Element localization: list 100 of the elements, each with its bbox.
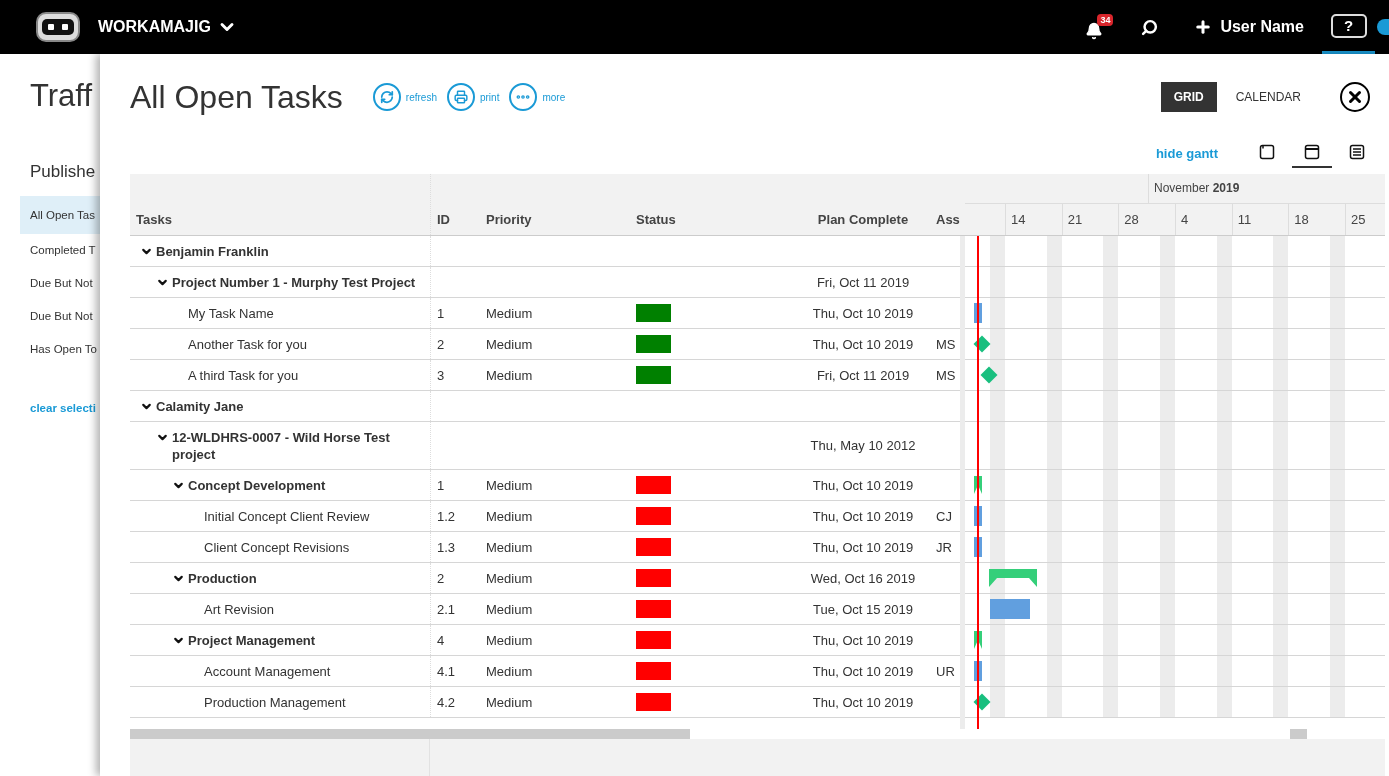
column-header[interactable]: ID: [430, 174, 480, 235]
plan-complete-date: Thu, Oct 10 2019: [812, 694, 914, 710]
plan-complete-date: Thu, Oct 10 2019: [812, 539, 914, 555]
app-name: WORKAMAJIG: [98, 18, 211, 36]
task-id: 4: [437, 632, 445, 648]
task-name: Production: [188, 570, 257, 587]
single-pane-icon: [1259, 144, 1275, 160]
close-button[interactable]: [1340, 82, 1370, 112]
notification-badge: 34: [1097, 14, 1114, 26]
filter-item[interactable]: Completed T: [20, 234, 100, 267]
column-header[interactable]: Tasks: [130, 174, 430, 235]
priority-cell: Medium: [486, 305, 533, 321]
logo-icon: [36, 12, 80, 42]
search-button[interactable]: [1141, 18, 1159, 36]
plan-complete-date: Thu, Oct 10 2019: [812, 477, 914, 493]
priority-cell: Medium: [486, 477, 533, 493]
section-title: Publishe: [30, 162, 97, 182]
priority-cell: Medium: [486, 694, 533, 710]
list-icon: [1349, 144, 1365, 160]
priority-cell: Medium: [486, 570, 533, 586]
task-name: Initial Concept Client Review: [204, 508, 370, 525]
priority-cell: Medium: [486, 336, 533, 352]
user-name[interactable]: User Name: [1220, 18, 1304, 36]
column-header[interactable]: Priority: [480, 174, 630, 235]
notifications-button[interactable]: 34: [1085, 14, 1114, 40]
filter-item[interactable]: Due But Not: [20, 300, 100, 333]
column-header[interactable]: Status: [630, 174, 790, 235]
task-name: Client Concept Revisions: [204, 539, 350, 556]
filter-item[interactable]: Has Open To: [20, 333, 100, 366]
task-name: Another Task for you: [188, 336, 307, 353]
week-label: 4: [1174, 204, 1232, 235]
task-name: 12-WLDHRS-0007 - Wild Horse Test project: [172, 429, 391, 463]
view-tab[interactable]: GRID: [1160, 82, 1217, 112]
refresh-icon: [379, 90, 394, 104]
assignee-initials: MS: [936, 367, 956, 383]
plan-complete-date: Thu, Oct 10 2019: [812, 508, 914, 524]
close-icon: [1346, 88, 1364, 106]
plan-complete-date: Thu, Oct 10 2019: [812, 663, 914, 679]
plan-complete-date: Tue, Oct 15 2019: [813, 601, 913, 617]
task-id: 2: [437, 570, 445, 586]
task-id: 2.1: [437, 601, 456, 617]
plan-complete-date: Thu, Oct 10 2019: [812, 336, 914, 352]
scrollbar-thumb[interactable]: [130, 729, 690, 739]
assignee-initials: JR: [936, 539, 952, 555]
week-label: 11: [1231, 204, 1289, 235]
bell-icon: [1085, 22, 1104, 40]
task-id: 4.1: [437, 663, 456, 679]
view-tab[interactable]: CALENDAR: [1222, 82, 1314, 112]
gantt-task-bar: [990, 599, 1030, 619]
priority-cell: Medium: [486, 539, 533, 555]
priority-cell: Medium: [486, 632, 533, 648]
week-label: 14: [1005, 204, 1062, 235]
filter-item[interactable]: Due But Not: [20, 267, 100, 300]
plan-complete-date: Thu, May 10 2012: [810, 438, 916, 453]
task-id: 2: [437, 336, 445, 352]
plan-complete-date: Fri, Oct 11 2019: [816, 367, 910, 383]
task-name: Concept Development: [188, 477, 326, 494]
assignee-initials: MS: [936, 336, 956, 352]
plan-complete-date: Fri, Oct 11 2019: [816, 274, 910, 290]
task-name: Production Management: [204, 694, 346, 711]
task-name: Project Number 1 - Murphy Test Project: [172, 274, 416, 291]
priority-cell: Medium: [486, 367, 533, 383]
column-header[interactable]: Ass: [930, 174, 960, 235]
task-name: Project Management: [188, 632, 316, 649]
task-name: Calamity Jane: [156, 398, 244, 415]
task-id: 1: [437, 305, 445, 321]
task-id: 1.2: [437, 508, 456, 524]
top-panel-icon: [1304, 144, 1320, 160]
scrollbar-thumb[interactable]: [1290, 729, 1307, 739]
priority-cell: Medium: [486, 508, 533, 524]
print-icon: [453, 90, 468, 104]
week-label: 18: [1288, 204, 1345, 235]
week-label: 28: [1118, 204, 1175, 235]
week-label: 21: [1061, 204, 1119, 235]
task-name: Benjamin Franklin: [156, 243, 269, 260]
task-id: 1: [437, 477, 445, 493]
task-name: My Task Name: [188, 305, 274, 322]
add-button[interactable]: [1194, 18, 1213, 36]
task-id: 1.3: [437, 539, 456, 555]
plan-complete-date: Thu, Oct 10 2019: [812, 632, 914, 648]
task-id: 3: [437, 367, 445, 383]
task-id: 4.2: [437, 694, 456, 710]
column-header[interactable]: Plan Complete: [790, 174, 930, 235]
priority-cell: Medium: [486, 601, 533, 617]
assignee-initials: UR: [936, 663, 955, 679]
task-name: Art Revision: [204, 601, 275, 618]
plan-complete-date: Thu, Oct 10 2019: [812, 305, 914, 321]
filter-item[interactable]: All Open Tas: [20, 196, 100, 234]
plus-icon: [1194, 18, 1213, 36]
priority-cell: Medium: [486, 663, 533, 679]
search-icon: [1141, 18, 1159, 36]
month-label: November 2019: [1148, 174, 1385, 203]
assignee-initials: CJ: [936, 508, 952, 524]
gantt-summary-bar: [989, 569, 1037, 587]
task-name: Account Management: [204, 663, 331, 680]
panel-title: All Open Tasks: [130, 78, 343, 116]
page-title: Traff: [30, 78, 94, 114]
task-name: A third Task for you: [188, 367, 299, 384]
plan-complete-date: Wed, Oct 16 2019: [810, 570, 916, 586]
week-label: 25: [1344, 204, 1385, 235]
